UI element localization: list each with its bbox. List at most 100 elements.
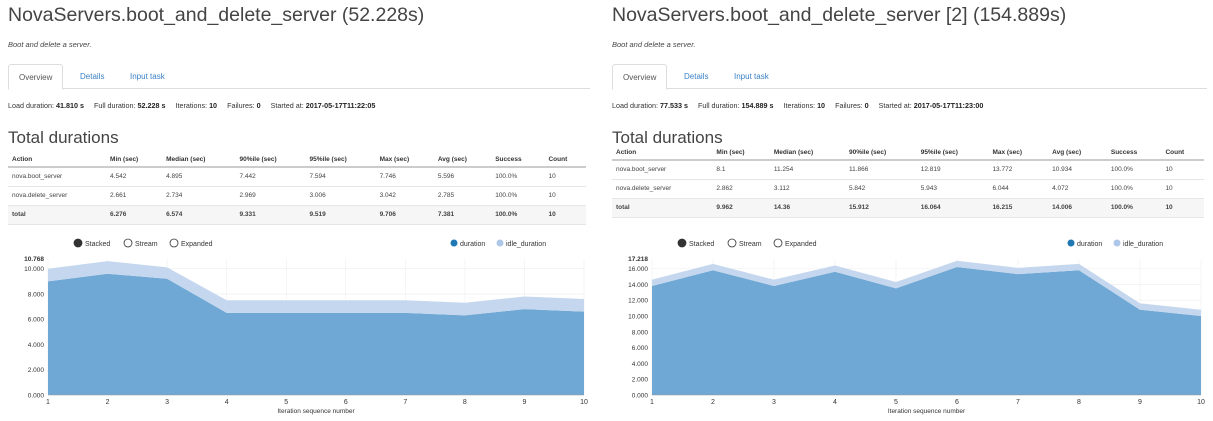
durations-table: Action Min (sec) Median (sec) 90%ile (sec) 9…: [612, 146, 1204, 218]
y-tick-label: 0.000: [28, 393, 45, 400]
table-cell: 16.064: [916, 198, 989, 218]
legend-swatch: [1113, 239, 1121, 247]
x-axis-label: Iteration sequence number: [277, 408, 355, 415]
column-header[interactable]: Count: [544, 153, 586, 168]
report-panel-1: NovaServers.boot_and_delete_server (52.2…: [0, 0, 596, 421]
section-title-total-durations: Total durations: [8, 128, 119, 147]
table-cell: 2.734: [162, 186, 236, 206]
column-header[interactable]: Count: [1161, 146, 1204, 161]
column-header[interactable]: Median (sec): [769, 146, 845, 161]
table-cell: 3.042: [375, 186, 434, 206]
failures-value: 0: [256, 101, 261, 110]
x-tick-label: 2: [711, 399, 715, 406]
table-cell: 13.772: [988, 160, 1049, 180]
tab-bar: Overview Details Input task: [8, 60, 590, 90]
scenario-title: NovaServers.boot_and_delete_server [2] (…: [612, 4, 1067, 26]
y-tick-label: 10.000: [628, 314, 648, 321]
table-cell: 100.0%: [1106, 160, 1162, 180]
table-cell: 10: [1161, 160, 1204, 180]
table-cell: 2.785: [433, 186, 492, 206]
legend-item[interactable]: idle_duration: [1113, 239, 1164, 249]
x-tick-label: 5: [894, 399, 898, 406]
radio-stacked-label: Stacked: [689, 241, 714, 248]
column-header[interactable]: Avg (sec): [433, 153, 492, 168]
table-cell: 6.044: [988, 179, 1049, 199]
x-tick-label: 4: [225, 399, 229, 406]
column-header[interactable]: Max (sec): [375, 153, 434, 168]
table-cell: 100.0%: [491, 205, 545, 225]
table-cell: 10: [544, 167, 586, 187]
table-cell: nova.boot_server: [8, 167, 107, 187]
table-cell: 2.969: [235, 186, 306, 206]
full-duration-label: Full duration:: [93, 101, 136, 110]
tab-overview[interactable]: Overview: [8, 64, 64, 90]
table-cell: 100.0%: [491, 167, 545, 187]
radio-expanded[interactable]: Expanded: [773, 238, 817, 248]
y-tick-label: 4.000: [28, 342, 45, 349]
table-cell: nova.delete_server: [8, 186, 107, 206]
x-tick-label: 2: [106, 399, 110, 406]
tab-overview[interactable]: Overview: [612, 64, 668, 90]
tab-input-task[interactable]: Input task: [734, 64, 769, 90]
radio-stream[interactable]: Stream: [123, 238, 158, 248]
radio-stream-label: Stream: [739, 241, 762, 248]
table-total-row: total 9.962 14.36 15.912 16.064 16.215 14.006 1…: [612, 198, 1204, 218]
column-header[interactable]: 95%ile (sec): [305, 153, 376, 168]
legend-label: duration: [1077, 241, 1102, 248]
x-tick-label: 7: [403, 399, 407, 406]
table-row: nova.delete_server 2.862 3.112 5.842 5.943 6.…: [612, 179, 1204, 199]
load-duration-value: 77.533 s: [659, 101, 688, 110]
table-cell: 6.276: [106, 205, 163, 225]
started-at-label: Started at:: [270, 101, 304, 110]
load-duration-value: 41.810 s: [55, 101, 84, 110]
x-tick-label: 10: [580, 399, 588, 406]
table-cell: 3.112: [769, 179, 845, 199]
y-max-label: 10.768: [24, 256, 44, 263]
x-tick-label: 8: [1077, 399, 1081, 406]
full-duration-value: 154.889 s: [741, 101, 774, 110]
legend-item[interactable]: duration: [450, 239, 486, 249]
column-header[interactable]: Success: [491, 153, 545, 168]
column-header[interactable]: Max (sec): [988, 146, 1049, 161]
tab-details[interactable]: Details: [80, 64, 104, 90]
table-cell: 7.381: [433, 205, 492, 225]
tab-input-task[interactable]: Input task: [130, 64, 165, 90]
column-header[interactable]: Success: [1106, 146, 1162, 161]
column-header[interactable]: Action: [8, 153, 107, 168]
x-tick-label: 6: [955, 399, 959, 406]
legend-label: idle_duration: [1123, 241, 1163, 248]
failures-value: 0: [864, 101, 869, 110]
tab-details[interactable]: Details: [684, 64, 708, 90]
x-tick-label: 3: [772, 399, 776, 406]
legend-label: idle_duration: [506, 241, 546, 248]
section-title-total-durations: Total durations: [612, 128, 723, 147]
table-cell: 100.0%: [1106, 179, 1162, 199]
column-header[interactable]: Avg (sec): [1048, 146, 1107, 161]
legend-swatch: [450, 239, 458, 247]
radio-stream-label: Stream: [135, 241, 158, 248]
table-header-row: Action Min (sec) Median (sec) 90%ile (sec) 9…: [612, 146, 1204, 161]
x-tick-label: 4: [833, 399, 837, 406]
radio-expanded[interactable]: Expanded: [169, 238, 213, 248]
x-tick-label: 1: [650, 399, 654, 406]
radio-stream[interactable]: Stream: [727, 238, 762, 248]
scenario-description: Boot and delete a server.: [612, 40, 696, 49]
legend-item[interactable]: idle_duration: [496, 239, 547, 249]
column-header[interactable]: 90%ile (sec): [235, 153, 306, 168]
table-cell: 3.006: [305, 186, 376, 206]
column-header[interactable]: 95%ile (sec): [916, 146, 989, 161]
column-header[interactable]: Min (sec): [106, 153, 163, 168]
table-cell: 10: [544, 205, 586, 225]
radio-stacked[interactable]: Stacked: [73, 238, 110, 248]
y-tick-label: 2.000: [28, 367, 45, 374]
legend-item[interactable]: duration: [1067, 239, 1103, 249]
column-header[interactable]: 90%ile (sec): [844, 146, 917, 161]
table-cell: 4.895: [162, 167, 236, 187]
y-tick-label: 12.000: [628, 298, 648, 305]
table-cell: 15.912: [844, 198, 917, 218]
column-header[interactable]: Action: [612, 146, 713, 161]
radio-stacked[interactable]: Stacked: [677, 238, 714, 248]
column-header[interactable]: Min (sec): [712, 146, 770, 161]
column-header[interactable]: Median (sec): [162, 153, 236, 168]
table-cell: 9.962: [712, 198, 770, 218]
